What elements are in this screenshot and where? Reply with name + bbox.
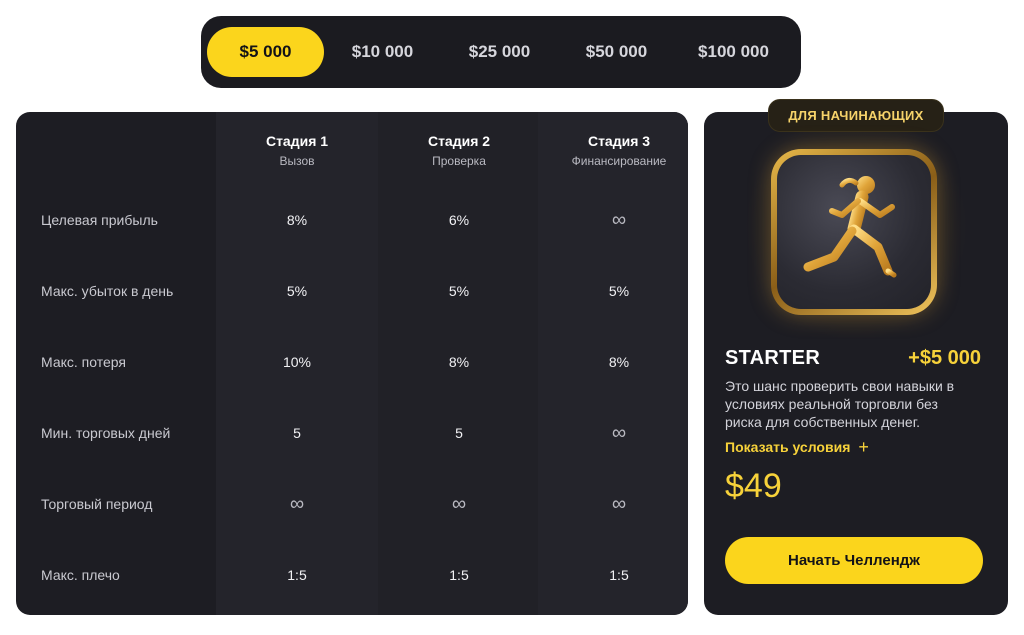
- row-label-max-leverage: Макс. плечо: [41, 567, 120, 583]
- plan-bonus: +$5 000: [908, 347, 981, 369]
- show-terms-link[interactable]: Показать условия +: [725, 437, 869, 457]
- cell-value: ∞: [611, 209, 627, 231]
- stage-subtitle: Вызов: [279, 154, 315, 168]
- plan-name: STARTER: [725, 347, 821, 369]
- plan-emblem: [771, 149, 937, 315]
- cell-value: 1:5: [287, 567, 307, 583]
- cell-value: 1:5: [609, 567, 629, 583]
- row-label-max-daily-loss: Макс. убыток в день: [41, 283, 174, 299]
- cell-value: 5: [455, 425, 463, 441]
- row-label-trading-period: Торговый период: [41, 496, 153, 512]
- cell-value: 10%: [282, 354, 312, 370]
- cell-value: 5: [293, 425, 301, 441]
- stage-subtitle: Проверка: [432, 154, 486, 168]
- stage-title: Стадия 3: [587, 133, 651, 149]
- start-challenge-button[interactable]: Начать Челлендж: [725, 537, 983, 584]
- amount-tabs: $5 000 $10 000 $25 000 $50 000 $100 000: [201, 16, 801, 88]
- tab-100000[interactable]: $100 000: [675, 27, 792, 77]
- stage-title: Стадия 2: [427, 133, 491, 149]
- cell-value: 8%: [286, 212, 308, 228]
- stage-subtitle: Финансирование: [571, 154, 667, 168]
- cell-value: 6%: [448, 212, 470, 228]
- level-badge: ДЛЯ НАЧИНАЮЩИХ: [768, 99, 944, 132]
- runner-icon: [803, 176, 897, 278]
- cell-value: 5%: [448, 283, 470, 299]
- row-label-max-loss: Макс. потеря: [41, 354, 126, 370]
- show-terms-label: Показать условия: [725, 439, 851, 455]
- stage-1-header: Стадия 1 Вызов: [216, 132, 378, 170]
- stage-3-header: Стадия 3 Финансирование: [538, 132, 688, 170]
- tab-10000[interactable]: $10 000: [324, 27, 441, 77]
- row-label-target-profit: Целевая прибыль: [41, 212, 158, 228]
- cell-value: 5%: [608, 283, 630, 299]
- cell-value: ∞: [611, 493, 627, 515]
- stage-title: Стадия 1: [265, 133, 329, 149]
- cell-value: 1:5: [449, 567, 469, 583]
- tab-50000[interactable]: $50 000: [558, 27, 675, 77]
- tab-25000[interactable]: $25 000: [441, 27, 558, 77]
- row-label-min-trading-days: Мин. торговых дней: [41, 425, 171, 441]
- plan-price: $49: [725, 467, 782, 505]
- plus-icon: +: [858, 437, 869, 457]
- stage-2-header: Стадия 2 Проверка: [378, 132, 540, 170]
- plan-description: Это шанс проверить свои навыки в условия…: [725, 378, 955, 430]
- stage-table: Стадия 1 Вызов Стадия 2 Проверка Стадия …: [16, 112, 688, 615]
- cell-value: 5%: [286, 283, 308, 299]
- cell-value: ∞: [451, 493, 467, 515]
- cell-value: ∞: [611, 422, 627, 444]
- cell-value: 8%: [448, 354, 470, 370]
- cell-value: ∞: [289, 493, 305, 515]
- tab-5000[interactable]: $5 000: [207, 27, 324, 77]
- cell-value: 8%: [608, 354, 630, 370]
